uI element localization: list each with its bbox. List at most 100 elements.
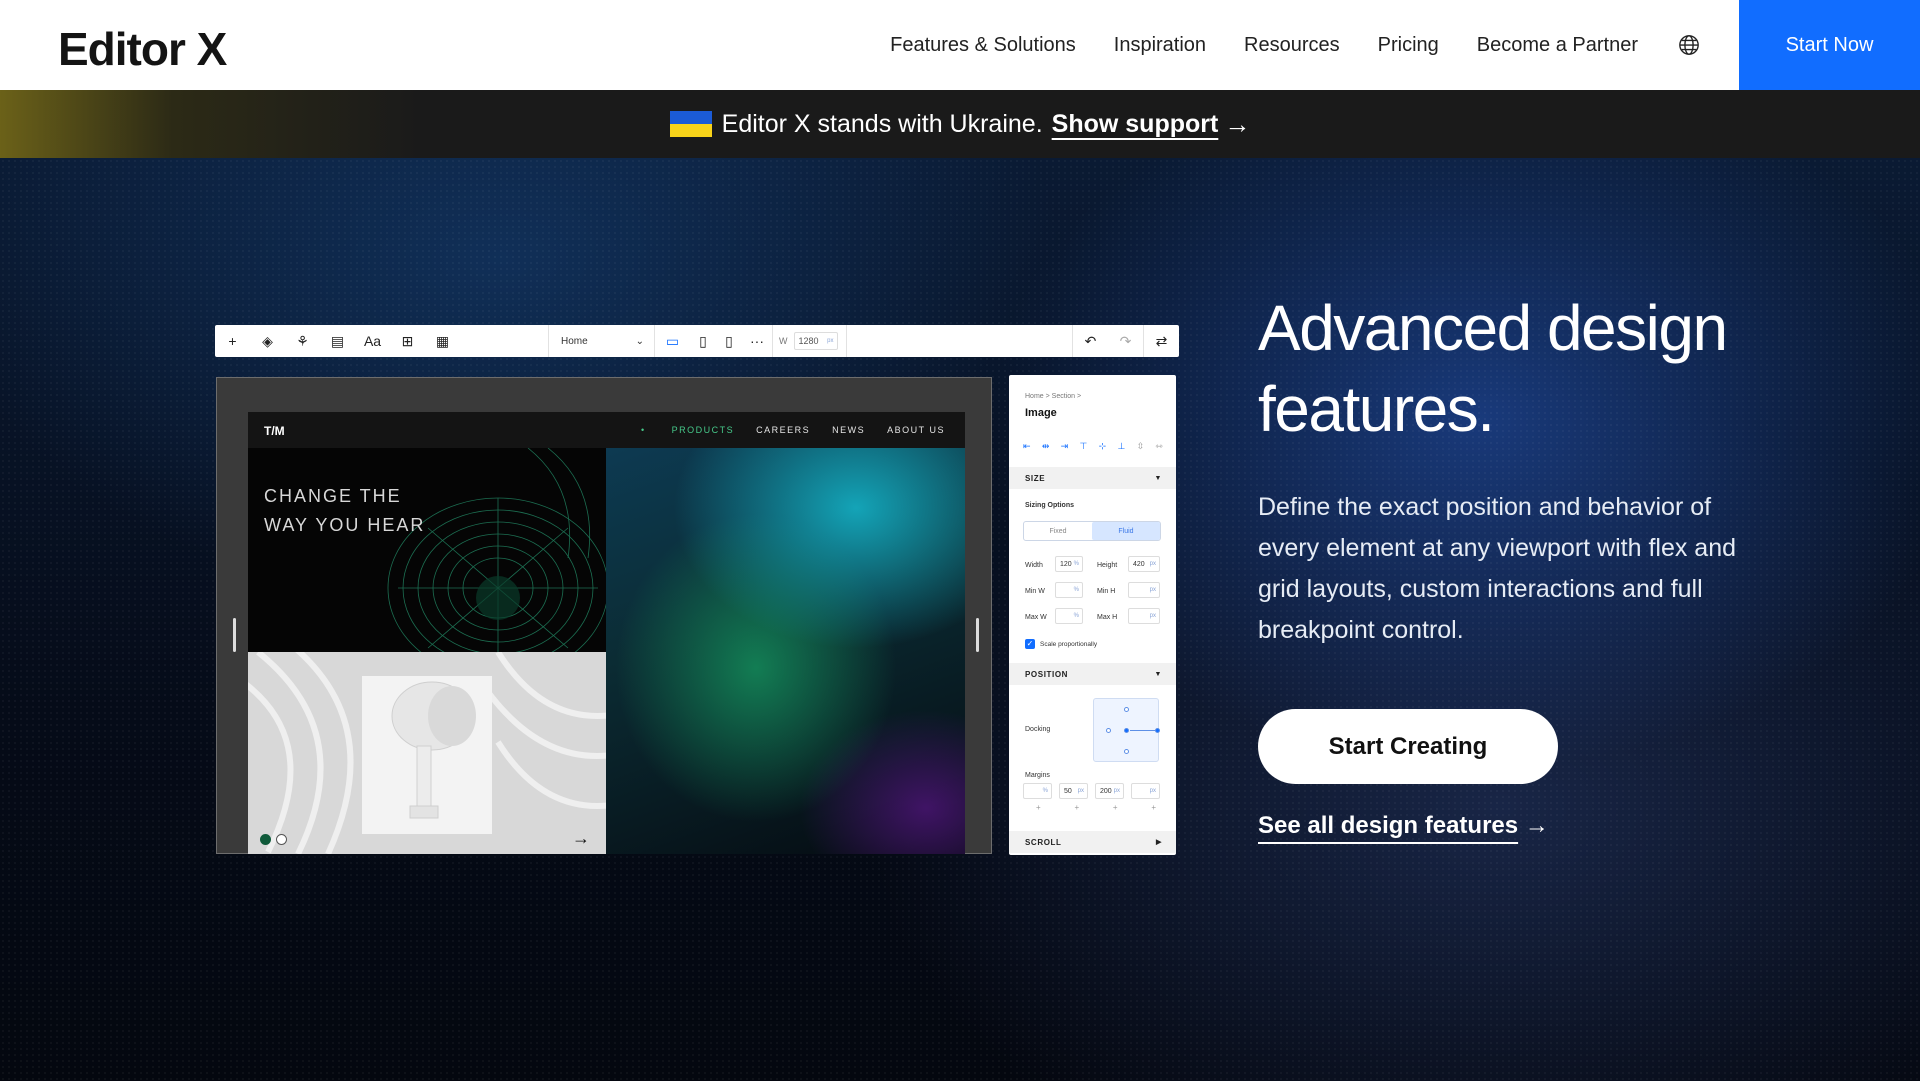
width-input[interactable]: 1280 px [793,332,838,350]
caret-down-icon: ▼ [1154,670,1162,678]
product-image: → [248,652,606,854]
preview-site: T/M • PRODUCTS CAREERS NEWS ABOUT US CHA… [248,412,965,854]
editor-toolbar: + ◈ ⚘ ▤ Aa ⊞ ▦ Home ⌄ ▭ ▯ ▯ ··· W 1280 px … [215,325,1179,357]
nav-link-inspiration[interactable]: Inspiration [1114,34,1206,57]
caret-down-icon: ▼ [1154,474,1162,482]
nav-link-pricing[interactable]: Pricing [1378,34,1439,57]
preview-headline: CHANGE THE WAY YOU HEAR [264,486,426,535]
min-height-label: Min H [1097,588,1116,595]
preview-link-products[interactable]: • PRODUCTS [641,425,734,435]
pages-icon[interactable]: ▤ [320,333,355,350]
margin-top-field[interactable]: 50 px [1059,783,1088,799]
hero-title: Advanced design features. [1258,292,1728,445]
caret-right-icon: ▶ [1156,839,1162,846]
scale-proportionally-checkbox[interactable]: ✓ [1025,639,1035,649]
arrow-right-icon[interactable]: → [1224,109,1250,140]
carousel-next-icon[interactable]: → [572,828,590,849]
plus-icon[interactable]: + [1074,803,1079,812]
preview-site-logo[interactable]: T/M [264,424,285,438]
inspector-breadcrumb[interactable]: Home > Section > [1025,393,1081,400]
align-right-icon[interactable]: ⇥ [1061,441,1069,452]
height-field[interactable]: 420 px [1128,556,1160,572]
plus-icon[interactable]: + [1113,803,1118,812]
components-icon[interactable]: ⚘ [285,333,320,350]
width-field[interactable]: 120% [1055,556,1083,572]
min-width-field[interactable]: % [1055,582,1083,598]
distribute-horizontal-icon[interactable]: ⇿ [1155,441,1163,452]
layers-icon[interactable]: ◈ [250,333,285,350]
height-label: Height [1097,562,1118,569]
align-top-icon[interactable]: ⊤ [1079,441,1087,452]
tablet-view-icon[interactable]: ▯ [690,333,716,350]
width-label: Width [1025,562,1043,569]
align-middle-icon[interactable]: ⊹ [1099,441,1107,452]
carousel-dots [260,834,292,845]
margin-left-field[interactable]: % [1023,783,1052,799]
nav-links: Features & Solutions Inspiration Resourc… [852,0,1700,90]
editor-x-logo[interactable]: Editor X [58,22,227,76]
ukraine-banner: Editor X stands with Ukraine. Show suppo… [0,90,1920,158]
align-center-icon[interactable]: ⇹ [1042,441,1050,452]
desktop-view-icon[interactable]: ▭ [655,333,690,350]
redo-icon[interactable]: ↷ [1108,333,1143,350]
fixed-option[interactable]: Fixed [1024,522,1092,540]
nav-link-become-a-partner[interactable]: Become a Partner [1477,34,1638,57]
left-resize-handle[interactable] [233,618,236,652]
min-width-label: Min W [1025,588,1045,595]
margin-add-icons: + + + + [1036,803,1156,812]
settings-panel-icon[interactable]: ⇄ [1144,333,1179,350]
margin-right-field[interactable]: 200 px [1095,783,1124,799]
max-height-field[interactable]: px [1128,608,1160,624]
align-left-icon[interactable]: ⇤ [1023,441,1031,452]
undo-icon[interactable]: ↶ [1073,333,1108,350]
page-select[interactable]: Home ⌄ [549,336,654,347]
plus-icon[interactable]: + [1036,803,1041,812]
more-icon[interactable]: ··· [742,333,772,349]
nav-link-resources[interactable]: Resources [1244,34,1340,57]
table-icon[interactable]: ▦ [425,333,460,350]
sizing-toggle: Fixed Fluid [1023,521,1161,541]
text-style-icon[interactable]: Aa [355,333,390,349]
nav-link-features-solutions[interactable]: Features & Solutions [890,34,1076,57]
min-height-field[interactable]: px [1128,582,1160,598]
add-icon[interactable]: + [215,333,250,349]
grid-icon[interactable]: ⊞ [390,333,425,350]
headphone-wireframe-image: CHANGE THE WAY YOU HEAR [248,448,606,652]
carousel-dot[interactable] [276,834,287,845]
plus-icon[interactable]: + [1151,803,1156,812]
docking-label: Docking [1025,726,1051,733]
align-toolbar: ⇤ ⇹ ⇥ ⊤ ⊹ ⊥ ⇳ ⇿ [1023,441,1163,452]
margin-bottom-field[interactable]: px [1131,783,1160,799]
scroll-section-header[interactable]: SCROLL ▶ [1009,831,1176,853]
product-card [362,676,492,834]
inspector-title: Image [1025,407,1057,419]
start-now-button[interactable]: Start Now [1739,0,1920,90]
width-label: W [779,336,788,346]
see-all-design-features-link[interactable]: See all design features → [1258,812,1549,840]
show-support-link[interactable]: Show support [1052,110,1219,139]
right-resize-handle[interactable] [976,618,979,652]
position-section-header[interactable]: POSITION ▼ [1009,663,1176,685]
align-bottom-icon[interactable]: ⊥ [1117,441,1125,452]
globe-icon[interactable] [1678,34,1700,56]
docking-control[interactable] [1093,698,1160,762]
preview-link-news[interactable]: NEWS [832,425,865,435]
max-width-field[interactable]: % [1055,608,1083,624]
editor-canvas: T/M • PRODUCTS CAREERS NEWS ABOUT US CHA… [216,377,992,854]
size-section-header[interactable]: SIZE ▼ [1009,467,1176,489]
start-creating-button[interactable]: Start Creating [1258,709,1558,784]
distribute-vertical-icon[interactable]: ⇳ [1137,441,1145,452]
banner-text: Editor X stands with Ukraine. [721,109,1043,138]
preview-site-nav: T/M • PRODUCTS CAREERS NEWS ABOUT US [248,412,965,448]
mobile-view-icon[interactable]: ▯ [716,333,742,350]
carousel-dot-active[interactable] [260,834,271,845]
gradient-image [606,448,965,854]
hero-description: Define the exact position and behavior o… [1258,493,1737,644]
max-height-label: Max H [1097,614,1118,621]
preview-link-about-us[interactable]: ABOUT US [887,425,945,435]
arrow-right-icon: → [1524,812,1549,839]
scale-proportionally-label: Scale proportionally [1040,641,1098,648]
fluid-option[interactable]: Fluid [1092,522,1160,540]
max-width-label: Max W [1025,614,1047,621]
preview-link-careers[interactable]: CAREERS [756,425,810,435]
